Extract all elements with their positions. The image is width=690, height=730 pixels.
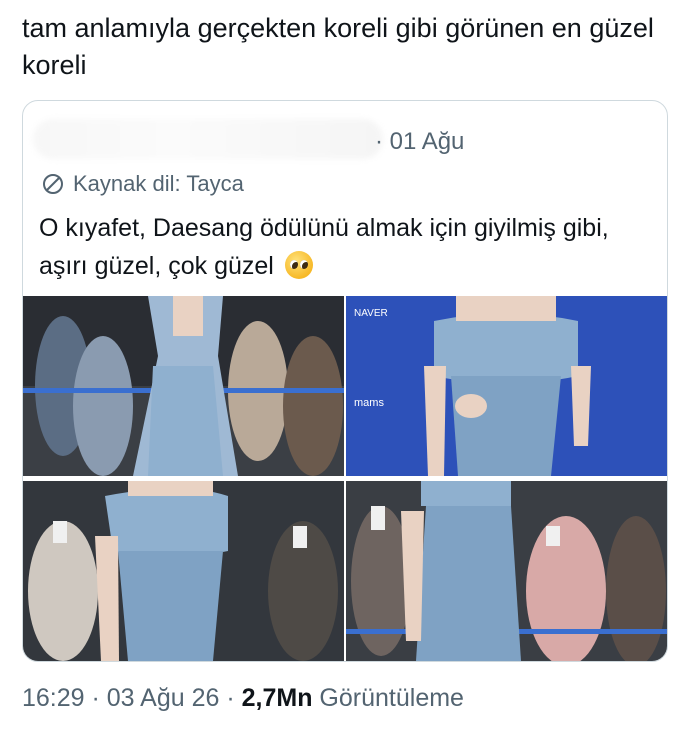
photo-4[interactable] <box>346 481 667 661</box>
photo-3[interactable] <box>23 481 344 661</box>
tweet-text: tam anlamıyla gerçekten koreli gibi görü… <box>22 13 654 80</box>
quoted-tweet-date[interactable]: · 01 Ağu <box>375 128 464 156</box>
photo-2-image: NAVER mams <box>346 296 667 476</box>
blurred-author-name <box>33 119 383 159</box>
tweet-date[interactable]: 03 Ağu 26 <box>107 684 220 712</box>
pleading-face-emoji <box>284 251 313 279</box>
photo-2[interactable]: NAVER mams <box>346 296 667 476</box>
translate-icon <box>43 174 63 194</box>
separator-dot: · <box>84 684 107 712</box>
photo-3-image <box>23 481 344 661</box>
quoted-tweet-card[interactable]: · 01 Ağu Kaynak dil: Tayca O kıyafet, Da… <box>22 100 668 662</box>
quoted-tweet-text: O kıyafet, Daesang ödülünü almak için gi… <box>39 214 609 280</box>
translation-source-label: Kaynak dil: Tayca <box>73 171 244 196</box>
tweet-meta: 16:29 · 03 Ağu 26 · 2,7Mn Görüntüleme <box>22 684 464 713</box>
views-count: 2,7Mn <box>241 684 313 712</box>
quoted-tweet-body: O kıyafet, Daesang ödülünü almak için gi… <box>39 209 659 285</box>
views-label: Görüntüleme <box>312 684 464 712</box>
photo-1-image <box>23 296 344 476</box>
separator-dot: · <box>219 684 242 712</box>
backdrop-sign-2: mams <box>354 397 384 409</box>
photo-1[interactable] <box>23 296 344 476</box>
photo-4-image <box>346 481 667 661</box>
tweet-time[interactable]: 16:29 <box>22 684 85 712</box>
photo-grid: NAVER mams <box>23 296 667 661</box>
backdrop-sign-1: NAVER <box>354 308 388 319</box>
quoted-tweet-header: · 01 Ağu <box>23 101 667 161</box>
translation-source[interactable]: Kaynak dil: Tayca <box>41 171 244 197</box>
